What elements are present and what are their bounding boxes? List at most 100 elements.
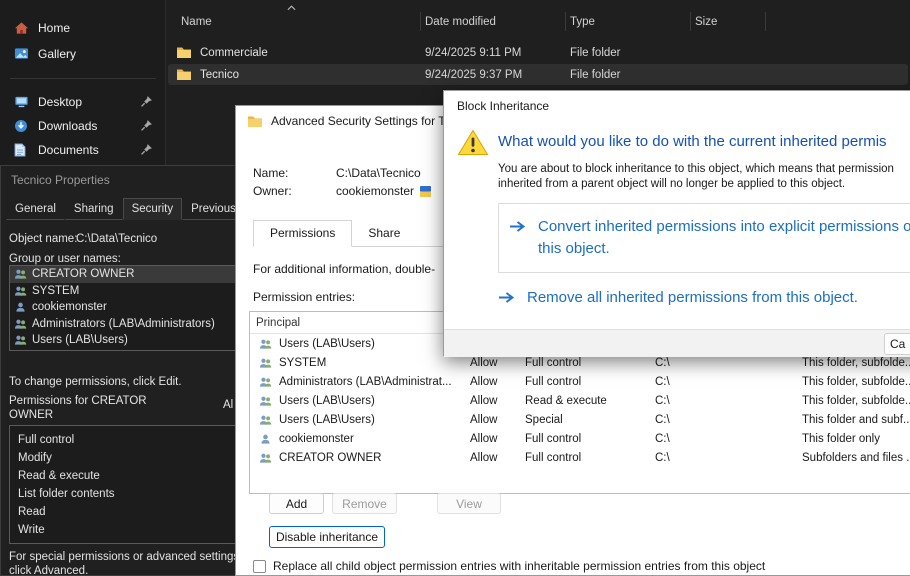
tab-sharing[interactable]: Sharing xyxy=(65,198,123,220)
warning-icon xyxy=(457,128,489,157)
column-divider xyxy=(420,12,421,31)
permissions-listbox: Full control Modify Read & execute List … xyxy=(9,425,259,544)
entry-principal: Users (LAB\Users) xyxy=(279,395,375,407)
group-icon xyxy=(259,414,272,426)
column-header-name[interactable]: Name xyxy=(181,16,212,28)
entry-applies-to: This folder only xyxy=(802,433,910,445)
column-header-date-modified[interactable]: Date modified xyxy=(425,16,496,28)
sidebar-item-gallery[interactable]: Gallery xyxy=(6,42,160,66)
group-entry-system[interactable]: SYSTEM xyxy=(10,283,258,300)
entry-inherited-from: C:\ xyxy=(655,414,802,426)
user-icon xyxy=(259,433,272,445)
tab-security[interactable]: Security xyxy=(123,198,183,220)
user-icon xyxy=(14,301,27,313)
sidebar-item-downloads[interactable]: Downloads xyxy=(6,114,160,138)
owner-label: Owner: xyxy=(253,184,292,198)
file-name: Tecnico xyxy=(200,69,425,81)
column-divider xyxy=(690,12,691,31)
group-icon xyxy=(14,334,27,346)
sidebar-item-desktop[interactable]: Desktop xyxy=(6,90,160,114)
tab-share[interactable]: Share xyxy=(352,221,416,246)
advanced-settings-note: For special permissions or advanced sett… xyxy=(9,550,254,576)
owner-badge-icon xyxy=(420,186,431,197)
replace-checkbox-label: Replace all child object permission entr… xyxy=(273,559,765,573)
remove-permissions-command-link[interactable]: Remove all inherited permissions from th… xyxy=(498,287,858,309)
permission-entries-label: Permission entries: xyxy=(253,290,355,304)
disable-inheritance-button[interactable]: Disable inheritance xyxy=(269,526,385,548)
group-entry-label: CREATOR OWNER xyxy=(32,268,134,280)
permission-entry-row[interactable]: Users (LAB\Users) Allow Special C:\ This… xyxy=(250,410,910,429)
add-button[interactable]: Add xyxy=(269,493,324,514)
permission-entry-row[interactable]: Administrators (LAB\Administrat... Allow… xyxy=(250,372,910,391)
permission-item: Read & execute xyxy=(18,467,258,485)
block-dialog-body: You are about to block inheritance to th… xyxy=(498,162,894,192)
entry-permission: Full control xyxy=(525,357,655,369)
dialog-title: Advanced Security Settings for Te xyxy=(271,114,451,128)
folder-icon xyxy=(247,115,263,128)
pin-icon xyxy=(140,119,153,132)
group-entry-label: SYSTEM xyxy=(32,285,79,297)
column-header-size[interactable]: Size xyxy=(695,16,717,28)
permission-entry-row[interactable]: cookiemonster Allow Full control C:\ Thi… xyxy=(250,429,910,448)
sidebar-item-home[interactable]: Home xyxy=(6,16,160,40)
sidebar-item-label: Desktop xyxy=(38,95,82,109)
arrow-right-icon xyxy=(498,291,515,304)
permission-entry-row[interactable]: Users (LAB\Users) Allow Read & execute C… xyxy=(250,391,910,410)
sidebar-item-label: Gallery xyxy=(38,47,76,61)
entry-applies-to: This folder and subf... xyxy=(802,414,910,426)
gallery-icon xyxy=(14,47,29,62)
entry-principal: Users (LAB\Users) xyxy=(279,338,375,350)
permissions-for-label: Permissions for CREATOR OWNER xyxy=(9,394,169,422)
convert-permissions-command-link[interactable]: Convert inherited permissions into expli… xyxy=(498,203,910,273)
group-entry-label: Users (LAB\Users) xyxy=(32,334,128,346)
view-button[interactable]: View xyxy=(437,493,501,514)
allow-column-header: Al xyxy=(223,399,233,411)
group-icon xyxy=(259,395,272,407)
command-link-label: Remove all inherited permissions from th… xyxy=(527,287,858,309)
entry-inherited-from: C:\ xyxy=(655,395,802,407)
replace-checkbox[interactable] xyxy=(253,560,266,573)
sidebar-item-documents[interactable]: Documents xyxy=(6,138,160,162)
file-date: 9/24/2025 9:37 PM xyxy=(425,69,570,81)
screenshot-root: Home Gallery Desktop xyxy=(0,0,910,576)
group-entry-administrators[interactable]: Administrators (LAB\Administrators) xyxy=(10,316,258,333)
entry-inherited-from: C:\ xyxy=(655,452,802,464)
name-value: C:\Data\Tecnico xyxy=(336,166,421,180)
folder-icon xyxy=(176,46,192,59)
arrow-right-icon xyxy=(509,220,526,233)
user-entry-label: cookiemonster xyxy=(32,301,107,313)
sidebar-item-label: Downloads xyxy=(38,119,97,133)
block-dialog-heading: What would you like to do with the curre… xyxy=(498,133,887,150)
group-icon xyxy=(14,285,27,297)
owner-value: cookiemonster xyxy=(336,184,431,198)
dialog-title: Block Inheritance xyxy=(457,99,549,113)
pin-icon xyxy=(140,95,153,108)
group-entry-users[interactable]: Users (LAB\Users) xyxy=(10,332,258,349)
edit-permissions-note: To change permissions, click Edit. xyxy=(9,376,182,388)
remove-button[interactable]: Remove xyxy=(332,493,397,514)
file-type: File folder xyxy=(570,47,695,59)
permission-entry-row[interactable]: CREATOR OWNER Allow Full control C:\ Sub… xyxy=(250,448,910,467)
column-divider xyxy=(765,12,766,31)
permission-item: List folder contents xyxy=(18,485,258,503)
group-icon xyxy=(259,357,272,369)
file-row-commerciale[interactable]: Commerciale 9/24/2025 9:11 PM File folde… xyxy=(168,42,908,63)
entry-principal: cookiemonster xyxy=(279,433,354,445)
sidebar-item-label: Documents xyxy=(38,143,99,157)
tab-permissions[interactable]: Permissions xyxy=(253,220,352,247)
desktop-icon xyxy=(14,95,29,110)
file-row-tecnico[interactable]: Tecnico 9/24/2025 9:37 PM File folder xyxy=(168,64,908,85)
command-link-label: Convert inherited permissions into expli… xyxy=(538,216,910,260)
sidebar-item-label: Home xyxy=(38,21,70,35)
folder-icon xyxy=(176,68,192,81)
group-entry-creator-owner[interactable]: CREATOR OWNER xyxy=(10,266,258,283)
object-name-value: C:\Data\Tecnico xyxy=(76,233,157,245)
user-entry-cookiemonster[interactable]: cookiemonster xyxy=(10,299,258,316)
column-divider xyxy=(565,12,566,31)
group-icon xyxy=(14,268,27,280)
tab-general[interactable]: General xyxy=(6,198,65,220)
block-inheritance-dialog: Block Inheritance What would you like to… xyxy=(443,90,910,356)
cancel-button[interactable]: Ca xyxy=(884,333,910,355)
column-header-type[interactable]: Type xyxy=(570,16,595,28)
entry-applies-to: This folder, subfolde... xyxy=(802,376,910,388)
